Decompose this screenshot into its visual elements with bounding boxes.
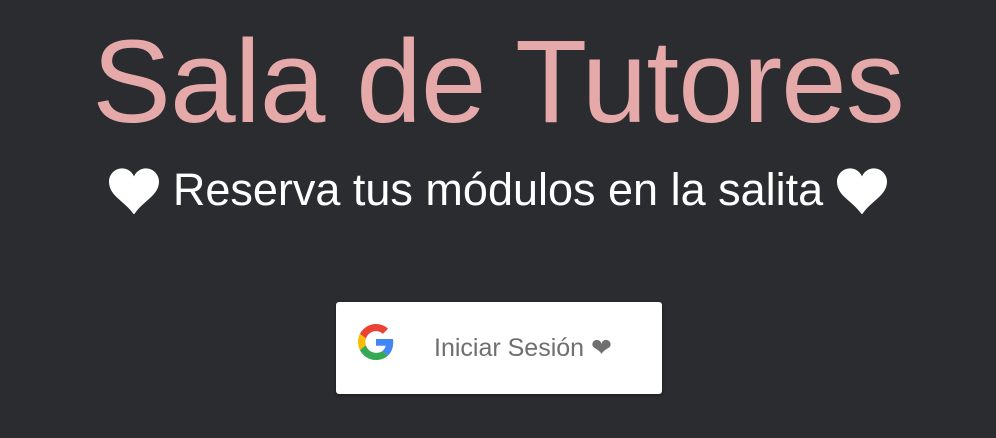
page-title: Sala de Tutores [92,16,905,148]
google-login-button[interactable]: Iniciar Sesión ❤ [336,302,662,394]
login-button-label: Iniciar Sesión ❤ [434,334,612,362]
heart-icon [108,168,159,214]
heart-icon [837,168,888,214]
subtitle-row: Reserva tus módulos en la salita [0,160,996,220]
google-icon [358,324,394,360]
page-subtitle: Reserva tus módulos en la salita [172,164,824,215]
